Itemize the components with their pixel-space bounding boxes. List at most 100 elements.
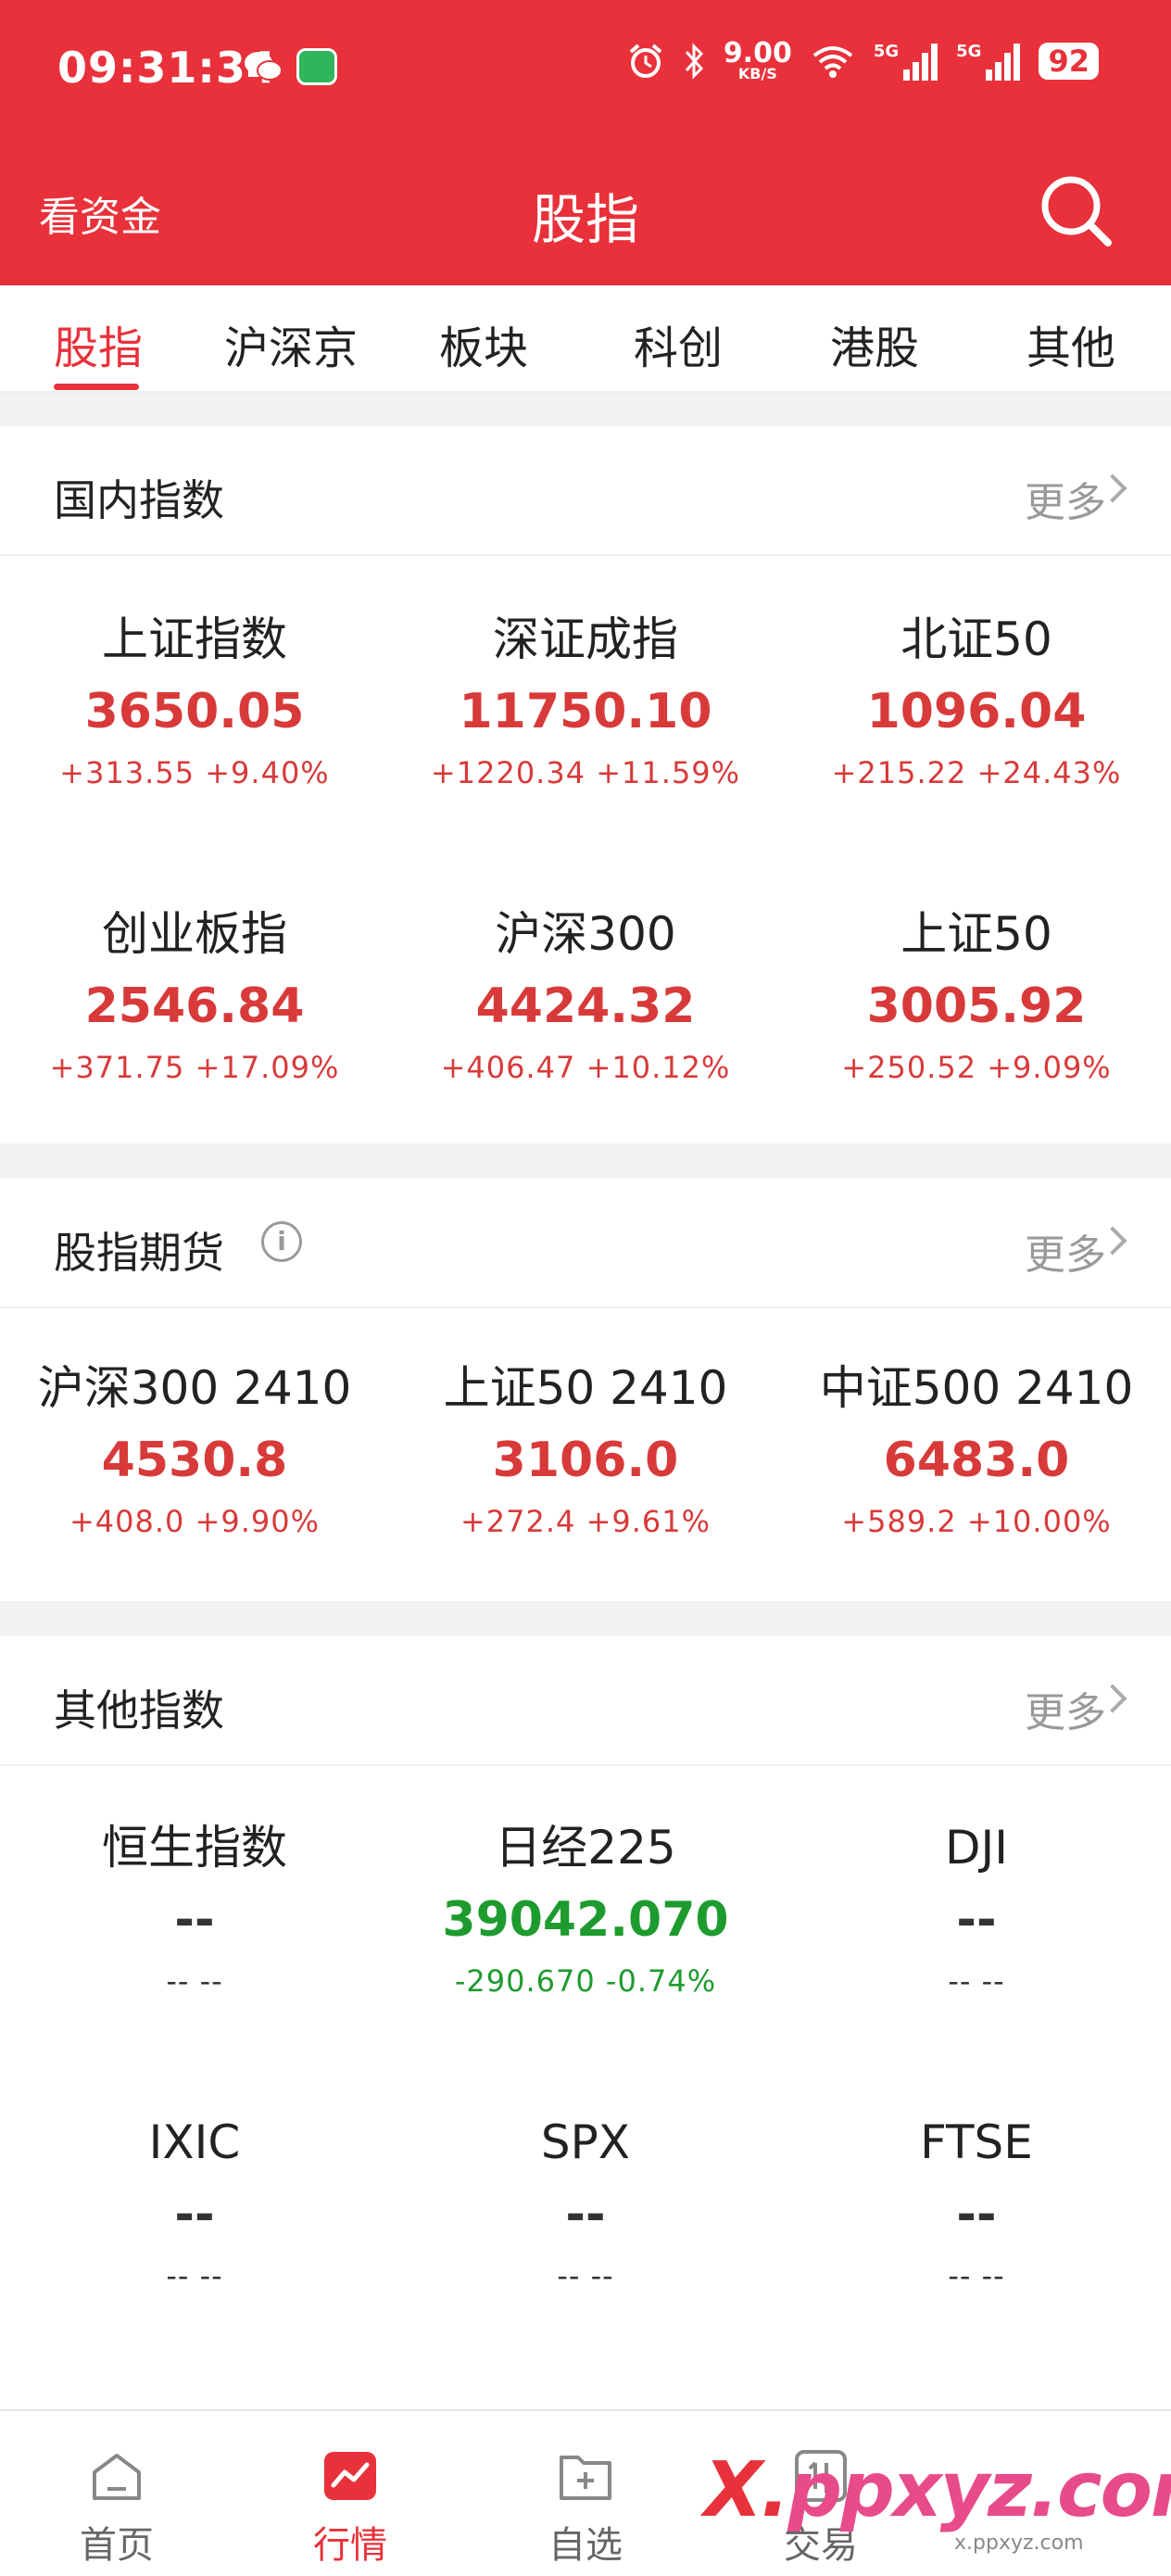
index-value: 3005.92 — [866, 979, 1087, 1034]
nav-watchlist[interactable]: 自选 — [511, 2448, 660, 2569]
status-indicators: 9.00 KB/S 5G 5G 92 — [627, 37, 1099, 82]
more-button[interactable]: 更多 — [1025, 1221, 1106, 1281]
index-change: -290.670 -0.74% — [454, 1964, 717, 1999]
section-title: 其他指数 — [54, 1686, 224, 1736]
status-app-icons — [243, 48, 337, 85]
signal-label-2: 5G — [956, 42, 982, 61]
index-card[interactable]: 北证50 1096.04 +215.22 +24.43% — [782, 612, 1171, 791]
tab-index[interactable]: 股指 — [54, 311, 143, 376]
index-name: SPX — [540, 2115, 631, 2169]
more-button[interactable]: 更多 — [1025, 1679, 1106, 1738]
watermark-x: X. — [704, 2446, 789, 2534]
section-title: 国内指数 — [54, 475, 224, 525]
wechat-icon — [245, 52, 283, 81]
index-name: 上证指数 — [102, 612, 287, 666]
index-value: 11750.10 — [459, 684, 712, 739]
index-value: 3650.05 — [84, 684, 305, 739]
index-card[interactable]: 上证指数 3650.05 +313.55 +9.40% — [0, 612, 389, 791]
index-card[interactable]: IXIC -- -- -- — [0, 2115, 389, 2294]
nav-label: 自选 — [548, 2524, 623, 2567]
app-root: 09:31:34 9.00 KB/S 5G 5G 92 看资金 股指 股指 沪深… — [0, 0, 1171, 2576]
nav-home[interactable]: 首页 — [43, 2448, 191, 2569]
index-change: -- -- — [557, 2258, 614, 2293]
index-card[interactable]: 深证成指 11750.10 +1220.34 +11.59% — [391, 612, 780, 791]
tab-hk-stocks[interactable]: 港股 — [830, 311, 919, 376]
signal-strength-1: 5G — [874, 42, 938, 81]
nav-label: 行情 — [313, 2524, 387, 2567]
section-header: 其他指数 更多 — [0, 1636, 1171, 1766]
nav-market[interactable]: 行情 — [276, 2448, 424, 2569]
tab-sectors[interactable]: 板块 — [439, 311, 528, 376]
index-change: +215.22 +24.43% — [831, 755, 1122, 790]
futures-card[interactable]: 沪深300 2410 4530.8 +408.0 +9.90% — [0, 1360, 389, 1540]
futures-card[interactable]: 上证50 2410 3106.0 +272.4 +9.61% — [391, 1360, 780, 1540]
futures-name: 中证500 2410 — [819, 1361, 1134, 1415]
index-name: DJI — [945, 1821, 1008, 1875]
index-card[interactable]: 日经225 39042.070 -290.670 -0.74% — [391, 1820, 780, 2000]
network-speed-value: 9.00 — [723, 37, 792, 69]
other-indices-section: 其他指数 更多 恒生指数 -- -- -- 日经225 39042.070 -2… — [0, 1636, 1171, 2409]
index-name: 恒生指数 — [102, 1821, 287, 1875]
search-icon[interactable] — [1032, 167, 1121, 256]
index-value: 4424.32 — [475, 979, 696, 1034]
index-value: -- — [174, 1892, 215, 1948]
watermark-domain: ppxyz.com — [787, 2446, 1171, 2534]
bluetooth-icon — [685, 43, 703, 80]
index-value: -- — [956, 1892, 997, 1948]
index-value: -- — [174, 2187, 215, 2242]
futures-name: 上证50 2410 — [443, 1361, 728, 1415]
index-card[interactable]: 创业板指 2546.84 +371.75 +17.09% — [0, 906, 389, 1086]
site-watermark: X.ppxyz.com — [704, 2446, 1171, 2534]
futures-value: 4530.8 — [101, 1433, 288, 1488]
futures-change: +589.2 +10.00% — [841, 1504, 1112, 1539]
index-name: 日经225 — [495, 1821, 676, 1875]
network-speed: 9.00 KB/S — [723, 37, 792, 82]
active-tab-indicator — [54, 384, 139, 390]
futures-value: 3106.0 — [492, 1433, 679, 1488]
index-card[interactable]: 上证50 3005.92 +250.52 +9.09% — [782, 906, 1171, 1086]
tab-star-market[interactable]: 科创 — [634, 311, 723, 376]
futures-name: 沪深300 2410 — [37, 1361, 352, 1415]
index-name: 上证50 — [900, 907, 1052, 961]
alarm-icon — [629, 44, 662, 78]
market-icon — [324, 2452, 376, 2500]
battery-indicator: 92 — [1039, 43, 1099, 80]
futures-value: 6483.0 — [883, 1433, 1070, 1488]
index-card[interactable]: FTSE -- -- -- — [782, 2115, 1171, 2294]
info-icon[interactable]: i — [261, 1221, 302, 1262]
index-change: -- -- — [166, 2258, 223, 2293]
index-card[interactable]: 恒生指数 -- -- -- — [0, 1820, 389, 2000]
home-icon — [93, 2454, 141, 2500]
index-card[interactable]: SPX -- -- -- — [391, 2115, 780, 2294]
tab-sh-sz-bj[interactable]: 沪深京 — [224, 311, 358, 376]
futures-change: +272.4 +9.61% — [460, 1504, 711, 1539]
index-name: IXIC — [148, 2115, 241, 2169]
index-change: -- -- — [166, 1964, 223, 1999]
more-button[interactable]: 更多 — [1025, 469, 1106, 528]
index-futures-section: 股指期货 i 更多 沪深300 2410 4530.8 +408.0 +9.90… — [0, 1179, 1171, 1601]
index-value: 2546.84 — [84, 979, 305, 1034]
index-card[interactable]: 沪深300 4424.32 +406.47 +10.12% — [391, 906, 780, 1086]
nav-label: 首页 — [80, 2524, 154, 2567]
status-bar: 09:31:34 9.00 KB/S 5G 5G 92 — [0, 0, 1171, 139]
index-change: -- -- — [948, 1964, 1005, 1999]
section-header: 股指期货 i 更多 — [0, 1179, 1171, 1308]
index-change: +406.47 +10.12% — [440, 1050, 731, 1085]
index-card[interactable]: DJI -- -- -- — [782, 1820, 1171, 2000]
watermark-url: x.ppxyz.com — [954, 2532, 1084, 2555]
index-name: 北证50 — [900, 612, 1052, 666]
network-speed-unit: KB/S — [737, 65, 777, 82]
index-name: 创业板指 — [102, 907, 287, 961]
app-header: 看资金 股指 — [0, 139, 1171, 285]
category-tabs: 股指 沪深京 板块 科创 港股 其他 — [0, 285, 1171, 393]
section-title: 股指期货 — [54, 1228, 224, 1278]
watchlist-icon — [560, 2456, 611, 2500]
index-value: 1096.04 — [866, 684, 1087, 739]
index-change: -- -- — [948, 2258, 1005, 2293]
index-change: +371.75 +17.09% — [49, 1050, 340, 1085]
domestic-indices-section: 国内指数 更多 上证指数 3650.05 +313.55 +9.40% 深证成指… — [0, 426, 1171, 1143]
tab-others[interactable]: 其他 — [1026, 311, 1115, 376]
futures-card[interactable]: 中证500 2410 6483.0 +589.2 +10.00% — [782, 1360, 1171, 1540]
index-value: -- — [956, 2187, 997, 2242]
index-name: 沪深300 — [495, 907, 676, 961]
